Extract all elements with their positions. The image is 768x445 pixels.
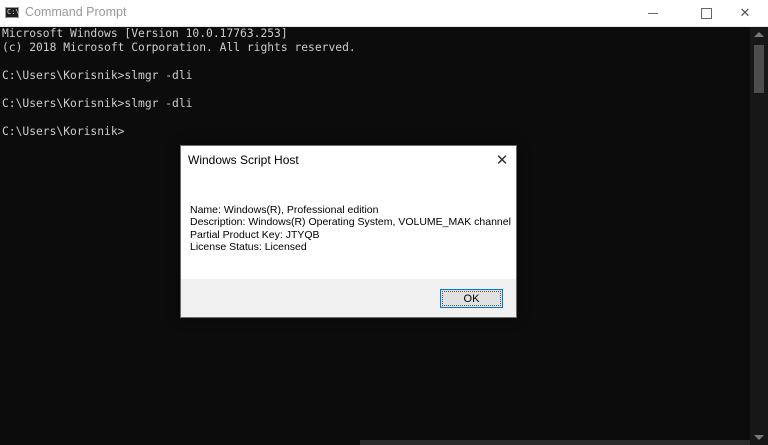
scroll-up-icon[interactable] [754,32,764,37]
license-status: License Status: Licensed [190,240,307,253]
maximize-icon [700,7,712,19]
vertical-scrollbar[interactable] [750,27,768,445]
dialog-message: Name: Windows(R), Professional edition D… [190,204,511,253]
window-titlebar[interactable]: C:\ Command Prompt ✕ [0,0,768,27]
windows-script-host-dialog: Windows Script Host ✕ Name: Windows(R), … [180,145,517,318]
minimize-button[interactable] [630,0,676,26]
dialog-close-button[interactable]: ✕ [491,149,513,171]
console-line: (c) 2018 Microsoft Corporation. All righ… [2,41,356,54]
license-name: Name: Windows(R), Professional edition [190,204,379,216]
dialog-footer: OK [181,279,516,317]
close-icon: ✕ [739,5,751,21]
license-description: Description: Windows(R) Operating System… [190,216,511,229]
close-button[interactable]: ✕ [722,0,768,26]
dialog-title: Windows Script Host [188,153,299,167]
close-icon: ✕ [495,151,509,169]
ok-button[interactable]: OK [440,289,503,308]
scroll-thumb[interactable] [754,45,764,93]
minimize-icon [648,12,658,14]
command-prompt-icon[interactable]: C:\ [5,7,20,18]
console-prompt[interactable]: C:\Users\Korisnik> [2,125,124,139]
partial-product-key: Partial Product Key: JTYQB [190,228,320,241]
console-line: C:\Users\Korisnik>slmgr -dli [2,97,193,110]
window-title: Command Prompt [25,5,127,19]
console-line: C:\Users\Korisnik>slmgr -dli [2,69,193,82]
scroll-down-icon[interactable] [754,435,764,440]
console-line: Microsoft Windows [Version 10.0.17763.25… [2,27,288,40]
app-icon-glyph: C:\ [7,8,20,16]
bottom-edge [360,440,750,445]
